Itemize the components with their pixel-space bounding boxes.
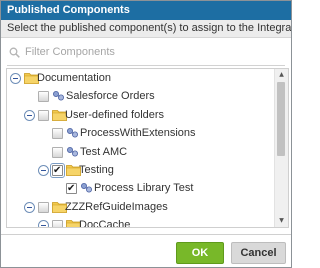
process-component-icon xyxy=(66,146,79,158)
tree-scrollbar[interactable]: ▲ ▼ xyxy=(274,69,288,227)
tree-row[interactable]: User-defined folders xyxy=(7,107,275,123)
checkbox[interactable] xyxy=(52,128,63,140)
tree-item-label: Test AMC xyxy=(80,145,128,158)
dialog-title: Published Components xyxy=(1,1,291,20)
collapse-toggle-icon[interactable] xyxy=(38,165,49,176)
collapse-toggle-icon[interactable] xyxy=(38,220,49,227)
tree-item-label: Testing xyxy=(79,164,114,176)
tree-item-label: ZZZRefGuideImages xyxy=(65,200,168,213)
collapse-toggle-icon[interactable] xyxy=(24,109,35,121)
published-components-dialog: Published Components Select the publishe… xyxy=(0,0,292,268)
tree-item-label: Process Library Test xyxy=(94,182,194,195)
checkbox[interactable] xyxy=(38,109,49,121)
tree-row[interactable]: Test AMC xyxy=(7,144,275,160)
tree-row[interactable]: DocCache xyxy=(7,217,275,228)
tree-rows: Documentation Salesforce Orders User-defin… xyxy=(7,69,275,227)
tree-row[interactable]: ZZZRefGuideImages xyxy=(7,199,275,215)
scroll-up-arrow-icon[interactable]: ▲ xyxy=(275,69,288,81)
ok-button[interactable]: OK xyxy=(176,242,224,264)
process-component-icon xyxy=(80,182,93,194)
collapse-toggle-icon[interactable] xyxy=(10,73,21,84)
checkbox-checked[interactable] xyxy=(66,181,77,197)
scroll-down-arrow-icon[interactable]: ▼ xyxy=(275,215,288,227)
tree-item-label: Documentation xyxy=(37,72,111,84)
scroll-thumb[interactable] xyxy=(277,82,285,156)
tree-item-label: DocCache xyxy=(79,219,131,228)
checkbox[interactable] xyxy=(38,91,49,103)
process-component-icon xyxy=(52,90,65,102)
tree-row[interactable]: Process Library Test xyxy=(7,180,275,197)
dialog-footer: OK Cancel xyxy=(1,234,291,267)
cancel-button[interactable]: Cancel xyxy=(231,242,286,264)
tree-item-label: ProcessWithExtensions xyxy=(80,127,196,140)
dialog-instruction: Select the published component(s) to ass… xyxy=(1,20,291,38)
checkbox[interactable] xyxy=(38,201,49,213)
tree-item-label: Salesforce Orders xyxy=(66,90,155,103)
checkbox-checked[interactable] xyxy=(50,163,65,179)
search-icon xyxy=(9,47,20,58)
checkbox[interactable] xyxy=(52,146,63,158)
filter-bar xyxy=(7,41,285,66)
tree-row[interactable]: Salesforce Orders xyxy=(7,88,275,104)
component-tree: Documentation Salesforce Orders User-defin… xyxy=(6,68,289,228)
filter-components-input[interactable] xyxy=(25,43,265,61)
tree-row[interactable]: Documentation xyxy=(7,70,275,86)
tree-row[interactable]: ProcessWithExtensions xyxy=(7,125,275,141)
tree-row[interactable]: Testing xyxy=(7,162,275,179)
collapse-toggle-icon[interactable] xyxy=(24,201,35,213)
checkbox[interactable] xyxy=(52,220,63,227)
process-component-icon xyxy=(66,127,79,139)
tree-item-label: User-defined folders xyxy=(65,108,165,121)
